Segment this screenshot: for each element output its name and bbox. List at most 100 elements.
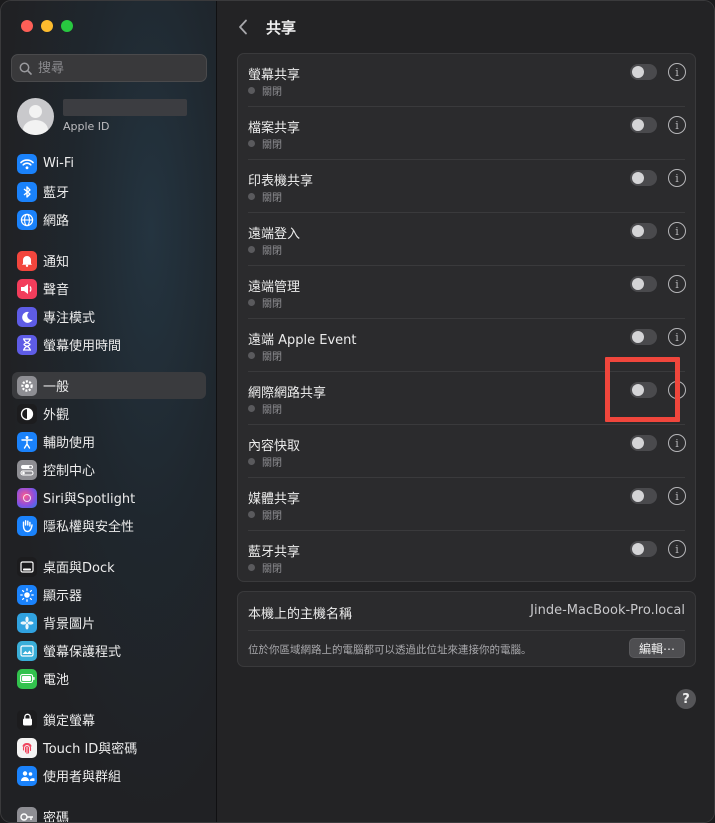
remote-apple-events-toggle[interactable] xyxy=(630,329,657,345)
hostname-value: Jinde-MacBook-Pro.local xyxy=(530,603,685,618)
row-status: 關閉 xyxy=(248,560,282,575)
row-title: 螢幕共享 xyxy=(248,68,301,83)
chevron-left-icon xyxy=(239,19,247,35)
moon-icon xyxy=(17,306,37,327)
status-text: 關閉 xyxy=(262,140,282,151)
sharing-row-content-caching: 內容快取 關閉 i xyxy=(238,425,695,478)
sidebar-item-label: 控制中心 xyxy=(43,464,96,479)
file-sharing-toggle[interactable] xyxy=(630,117,657,133)
status-dot xyxy=(248,299,255,306)
sidebar-item-battery[interactable]: 電池 xyxy=(12,665,206,692)
info-icon[interactable]: i xyxy=(668,540,686,558)
zoom-button[interactable] xyxy=(61,20,73,32)
apple-id-account[interactable]: Apple ID xyxy=(17,96,207,136)
status-dot xyxy=(248,564,255,571)
status-dot xyxy=(248,246,255,253)
printer-sharing-toggle[interactable] xyxy=(630,170,657,186)
remote-management-toggle[interactable] xyxy=(630,276,657,292)
sidebar-item-siri-spotlight[interactable]: Siri與Spotlight xyxy=(12,484,206,511)
status-dot xyxy=(248,140,255,147)
sidebar-item-label: 藍牙 xyxy=(43,186,70,201)
sidebar-item-accessibility[interactable]: 輔助使用 xyxy=(12,428,206,455)
row-title: 藍牙共享 xyxy=(248,545,301,560)
sidebar-item-users-groups[interactable]: 使用者與群組 xyxy=(12,762,206,789)
row-status: 關閉 xyxy=(248,295,282,310)
info-icon[interactable]: i xyxy=(668,275,686,293)
sidebar-item-control-center[interactable]: 控制中心 xyxy=(12,456,206,483)
info-icon[interactable]: i xyxy=(668,63,686,81)
info-icon[interactable]: i xyxy=(668,116,686,134)
row-title: 遠端 Apple Event xyxy=(248,333,357,348)
edit-hostname-button[interactable]: 編輯⋯ xyxy=(629,638,685,658)
status-text: 關閉 xyxy=(262,564,282,575)
sidebar-item-label: Touch ID與密碼 xyxy=(43,742,138,757)
status-dot xyxy=(248,87,255,94)
sidebar-item-screen-time[interactable]: 螢幕使用時間 xyxy=(12,331,206,358)
content-caching-toggle[interactable] xyxy=(630,435,657,451)
wifi-icon xyxy=(17,153,37,174)
info-icon[interactable]: i xyxy=(668,222,686,240)
sidebar-item-screensaver[interactable]: 螢幕保護程式 xyxy=(12,637,206,664)
sidebar-item-privacy-security[interactable]: 隱私權與安全性 xyxy=(12,512,206,539)
remote-login-toggle[interactable] xyxy=(630,223,657,239)
sidebar-item-appearance[interactable]: 外觀 xyxy=(12,400,206,427)
info-icon[interactable]: i xyxy=(668,487,686,505)
globe-icon xyxy=(17,209,37,230)
sidebar-item-label: 外觀 xyxy=(43,408,70,423)
back-button[interactable] xyxy=(235,17,251,37)
highlight-annotation-box xyxy=(605,357,680,422)
local-hostname-section: 本機上的主機名稱 Jinde-MacBook-Pro.local 位於你區域網路… xyxy=(237,591,696,667)
row-title: 網際網路共享 xyxy=(248,386,327,401)
minimize-button[interactable] xyxy=(41,20,53,32)
screen-sharing-toggle[interactable] xyxy=(630,64,657,80)
sidebar-item-passwords[interactable]: 密碼 xyxy=(12,803,206,822)
sidebar-item-general[interactable]: 一般 xyxy=(12,372,206,399)
sidebar-item-bluetooth[interactable]: 藍牙 xyxy=(12,178,206,205)
sidebar-item-sound[interactable]: 聲音 xyxy=(12,275,206,302)
status-text: 關閉 xyxy=(262,352,282,363)
info-icon[interactable]: i xyxy=(668,169,686,187)
media-sharing-toggle[interactable] xyxy=(630,488,657,504)
info-icon[interactable]: i xyxy=(668,328,686,346)
sidebar-item-displays[interactable]: 顯示器 xyxy=(12,581,206,608)
row-status: 關閉 xyxy=(248,348,282,363)
sidebar-item-label: 輔助使用 xyxy=(43,436,96,451)
sidebar-item-notifications[interactable]: 通知 xyxy=(12,247,206,274)
row-status: 關閉 xyxy=(248,454,282,469)
status-text: 關閉 xyxy=(262,511,282,522)
bluetooth-sharing-toggle[interactable] xyxy=(630,541,657,557)
row-title: 遠端管理 xyxy=(248,280,301,295)
search-icon xyxy=(19,62,32,75)
help-button[interactable]: ? xyxy=(676,689,696,709)
sidebar-item-network[interactable]: 網路 xyxy=(12,206,206,233)
sidebar-item-lock-screen[interactable]: 鎖定螢幕 xyxy=(12,706,206,733)
account-name-redacted xyxy=(63,99,187,116)
desktop-dock-icon xyxy=(17,556,37,577)
sidebar-item-wallpaper[interactable]: 背景圖片 xyxy=(12,609,206,636)
sharing-row-bluetooth-sharing: 藍牙共享 關閉 i xyxy=(238,531,695,584)
sidebar-item-focus[interactable]: 專注模式 xyxy=(12,303,206,330)
info-icon[interactable]: i xyxy=(668,434,686,452)
row-title: 遠端登入 xyxy=(248,227,301,242)
sidebar-item-label: 專注模式 xyxy=(43,311,96,326)
row-status: 關閉 xyxy=(248,242,282,257)
sharing-pane: 共享 螢幕共享 關閉 i 檔案共享 關閉 i 印表機共享 關閉 i 遠端登入 關… xyxy=(217,1,714,822)
status-text: 關閉 xyxy=(262,246,282,257)
search-input[interactable] xyxy=(38,60,198,76)
wallpaper-icon xyxy=(17,612,37,633)
row-status: 關閉 xyxy=(248,136,282,151)
bluetooth-icon xyxy=(17,181,37,202)
hourglass-icon xyxy=(17,334,37,355)
sidebar-item-wifi[interactable]: Wi-Fi xyxy=(12,150,206,177)
sidebar-item-touch-id[interactable]: Touch ID與密碼 xyxy=(12,734,206,761)
close-button[interactable] xyxy=(21,20,33,32)
search-field[interactable] xyxy=(11,54,207,82)
status-dot xyxy=(248,352,255,359)
sharing-row-screen-sharing: 螢幕共享 關閉 i xyxy=(238,54,695,107)
sidebar-item-desktop-dock[interactable]: 桌面與Dock xyxy=(12,553,206,580)
sun-icon xyxy=(17,584,37,605)
hostname-label: 本機上的主機名稱 xyxy=(248,607,353,622)
status-dot xyxy=(248,511,255,518)
siri-icon xyxy=(17,487,37,508)
sidebar-item-label: 背景圖片 xyxy=(43,617,96,632)
